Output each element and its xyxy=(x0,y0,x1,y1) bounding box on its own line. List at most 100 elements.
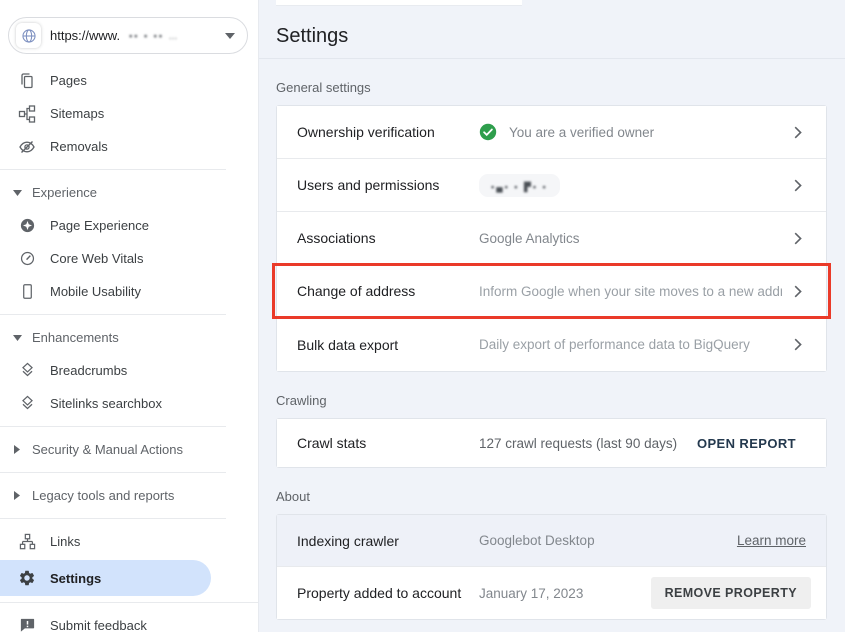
row-value-text: You are a verified owner xyxy=(509,125,654,140)
sidebar-item-label: Sitemaps xyxy=(50,106,104,121)
row-users-and-permissions[interactable]: Users and permissions ▪▄▪ ▪ ▛▪ ▪ xyxy=(277,159,826,212)
row-value-text: Inform Google when your site moves to a … xyxy=(479,284,782,299)
sidebar-section-legacy-tools[interactable]: Legacy tools and reports xyxy=(0,479,258,512)
sidebar-divider xyxy=(0,602,258,603)
row-value-text: 127 crawl requests (last 90 days) xyxy=(479,436,677,451)
globe-icon xyxy=(16,23,41,48)
sidebar-divider xyxy=(0,314,226,315)
section-label-general-settings: General settings xyxy=(276,80,845,95)
sidebar-item-label: Removals xyxy=(50,139,108,154)
sidebar-divider xyxy=(0,472,226,473)
row-label: Property added to account xyxy=(277,585,479,601)
sidebar-section-experience[interactable]: Experience xyxy=(0,176,258,209)
pages-icon xyxy=(18,72,36,90)
row-crawl-stats[interactable]: Crawl stats 127 crawl requests (last 90 … xyxy=(277,419,826,467)
row-property-added[interactable]: Property added to account January 17, 20… xyxy=(277,567,826,619)
row-indexing-crawler[interactable]: Indexing crawler Googlebot Desktop Learn… xyxy=(277,515,826,567)
sidebar-item-sitemaps[interactable]: Sitemaps xyxy=(0,97,258,130)
sidebar-item-label: Core Web Vitals xyxy=(50,251,143,266)
row-label: Bulk data export xyxy=(277,337,479,353)
links-tree-icon xyxy=(18,533,36,551)
row-associations[interactable]: Associations Google Analytics xyxy=(277,212,826,265)
search-console-app: https://www. ▪▪ ▪ ▪▪ … Pages Sitemaps xyxy=(0,0,845,632)
chevron-right-icon xyxy=(794,126,802,139)
sidebar-section-security-manual-actions[interactable]: Security & Manual Actions xyxy=(0,433,258,466)
sidebar-item-pages[interactable]: Pages xyxy=(0,64,258,97)
crawling-card: Crawl stats 127 crawl requests (last 90 … xyxy=(276,418,827,468)
sidebar-item-core-web-vitals[interactable]: Core Web Vitals xyxy=(0,242,258,275)
sidebar-section-label: Security & Manual Actions xyxy=(32,442,183,457)
sidebar-item-label: Mobile Usability xyxy=(50,284,141,299)
sidebar-item-links[interactable]: Links xyxy=(0,525,258,558)
sidebar-item-settings[interactable]: Settings xyxy=(0,560,211,596)
chevron-right-icon xyxy=(794,232,802,245)
chevron-right-icon xyxy=(794,285,802,298)
sidebar-item-label: Breadcrumbs xyxy=(50,363,127,378)
collapsed-caret-icon xyxy=(12,491,22,500)
sitemaps-icon xyxy=(18,105,36,123)
sidebar-item-label: Page Experience xyxy=(50,218,149,233)
redacted-users-value: ▪▄▪ ▪ ▛▪ ▪ xyxy=(479,174,560,197)
sidebar: https://www. ▪▪ ▪ ▪▪ … Pages Sitemaps xyxy=(0,0,258,632)
sidebar-item-label: Submit feedback xyxy=(50,618,147,632)
property-selector[interactable]: https://www. ▪▪ ▪ ▪▪ … xyxy=(8,17,248,54)
section-label-about: About xyxy=(276,489,845,504)
chevron-right-icon xyxy=(794,338,802,351)
section-label-crawling: Crawling xyxy=(276,393,845,408)
expand-caret-icon xyxy=(12,335,22,341)
row-bulk-data-export[interactable]: Bulk data export Daily export of perform… xyxy=(277,318,826,371)
sidebar-item-submit-feedback[interactable]: Submit feedback xyxy=(0,609,258,632)
row-label: Ownership verification xyxy=(277,124,479,140)
property-url-redacted: ▪▪ ▪ ▪▪ … xyxy=(129,31,179,41)
chevron-right-icon xyxy=(794,179,802,192)
open-report-link[interactable]: OPEN REPORT xyxy=(697,436,796,451)
row-change-of-address[interactable]: Change of address Inform Google when you… xyxy=(277,265,826,318)
row-value-text: Daily export of performance data to BigQ… xyxy=(479,337,750,352)
page-experience-icon xyxy=(18,217,36,235)
sidebar-item-label: Sitelinks searchbox xyxy=(50,396,162,411)
row-label: Users and permissions xyxy=(277,177,479,193)
sidebar-item-sitelinks-searchbox[interactable]: Sitelinks searchbox xyxy=(0,387,258,420)
sidebar-item-breadcrumbs[interactable]: Breadcrumbs xyxy=(0,354,258,387)
row-label: Change of address xyxy=(277,283,479,299)
mobile-phone-icon xyxy=(18,283,36,301)
general-settings-card: Ownership verification You are a verifie… xyxy=(276,105,827,372)
sidebar-divider xyxy=(0,169,226,170)
enhancement-diamond-icon xyxy=(18,395,36,413)
sidebar-section-label: Legacy tools and reports xyxy=(32,488,174,503)
remove-property-button[interactable]: REMOVE PROPERTY xyxy=(651,577,811,609)
gear-icon xyxy=(18,569,36,587)
sidebar-item-mobile-usability[interactable]: Mobile Usability xyxy=(0,275,258,308)
dropdown-caret-icon xyxy=(225,33,235,39)
about-card: Indexing crawler Googlebot Desktop Learn… xyxy=(276,514,827,620)
title-divider xyxy=(259,58,845,59)
collapsed-caret-icon xyxy=(12,445,22,454)
feedback-bubble-icon xyxy=(18,617,36,632)
sidebar-divider xyxy=(0,518,226,519)
page-title: Settings xyxy=(259,0,845,58)
sidebar-item-label: Settings xyxy=(50,571,101,586)
sidebar-item-label: Links xyxy=(50,534,80,549)
learn-more-link[interactable]: Learn more xyxy=(737,533,806,548)
row-value-text: Googlebot Desktop xyxy=(479,533,595,548)
core-web-vitals-gauge-icon xyxy=(18,250,36,268)
sidebar-section-label: Experience xyxy=(32,185,97,200)
row-ownership-verification[interactable]: Ownership verification You are a verifie… xyxy=(277,106,826,159)
property-url: https://www. xyxy=(50,28,120,43)
row-value-text: January 17, 2023 xyxy=(479,586,583,601)
row-label: Indexing crawler xyxy=(277,533,479,549)
sidebar-section-label: Enhancements xyxy=(32,330,119,345)
row-value-text: Google Analytics xyxy=(479,231,580,246)
verified-check-icon xyxy=(479,123,497,141)
row-label: Crawl stats xyxy=(277,435,479,451)
sidebar-item-label: Pages xyxy=(50,73,87,88)
enhancement-diamond-icon xyxy=(18,362,36,380)
main-content: Settings General settings Ownership veri… xyxy=(258,0,845,632)
sidebar-section-enhancements[interactable]: Enhancements xyxy=(0,321,258,354)
sidebar-item-page-experience[interactable]: Page Experience xyxy=(0,209,258,242)
removals-hidden-eye-icon xyxy=(18,138,36,156)
sidebar-divider xyxy=(0,426,226,427)
scrolled-content-edge xyxy=(276,0,522,6)
expand-caret-icon xyxy=(12,190,22,196)
sidebar-item-removals[interactable]: Removals xyxy=(0,130,258,163)
